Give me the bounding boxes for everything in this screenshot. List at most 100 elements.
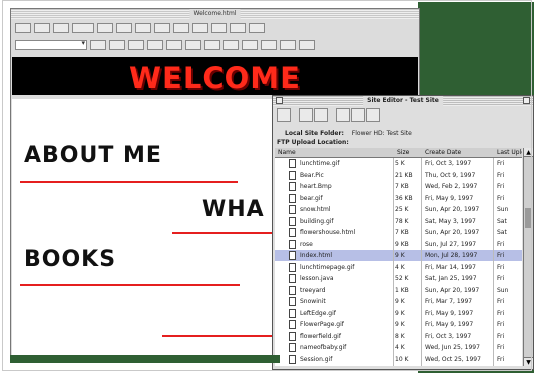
file-last-upload: Fri bbox=[497, 275, 505, 282]
close-box[interactable] bbox=[276, 97, 283, 104]
file-row[interactable]: flowershouse.html 7 KB Sun, Apr 20, 1997 Sa… bbox=[275, 227, 522, 238]
file-row[interactable]: Session.gif 10 K Wed, Oct 25, 1997 Fri bbox=[275, 354, 522, 365]
file-row[interactable]: Bear.Pic 21 KB Thu, Oct 9, 1997 Fri bbox=[275, 170, 522, 181]
divider bbox=[20, 181, 238, 183]
toolbar-button[interactable] bbox=[280, 40, 296, 50]
toolbar-button[interactable] bbox=[97, 23, 113, 33]
file-create-date: Mon, Jul 28, 1997 bbox=[425, 252, 478, 259]
file-last-upload: Fri bbox=[497, 183, 505, 190]
toolbar-button[interactable] bbox=[230, 23, 246, 33]
scroll-down-arrow-icon[interactable]: ▼ bbox=[524, 357, 533, 366]
toolbar-button[interactable] bbox=[192, 23, 208, 33]
edit-icon[interactable] bbox=[366, 108, 380, 122]
toolbar-button[interactable] bbox=[299, 40, 315, 50]
file-row[interactable]: treeyard 1 KB Sun, Apr 20, 1997 Sun bbox=[275, 285, 522, 296]
file-icon bbox=[289, 354, 296, 364]
column-header-last-upload[interactable]: Last Upload bbox=[497, 148, 522, 157]
file-name: lunchtime.gif bbox=[300, 160, 340, 167]
ftp-location-row: FTP Upload Location: bbox=[277, 139, 349, 146]
file-size: 5 K bbox=[395, 160, 405, 167]
file-create-date: Thu, Oct 9, 1997 bbox=[425, 171, 476, 179]
file-row[interactable]: lunchtimepage.gif 4 K Fri, Mar 14, 1997 Fri bbox=[275, 262, 522, 273]
column-header-create-date[interactable]: Create Date bbox=[425, 148, 461, 157]
file-row[interactable]: nameofbaby.gif 4 K Wed, Jun 25, 1997 Fri bbox=[275, 342, 522, 353]
file-icon bbox=[289, 262, 296, 272]
new-file-icon[interactable] bbox=[277, 108, 291, 122]
toolbar-button[interactable] bbox=[154, 23, 170, 33]
file-name: Snowinit bbox=[300, 298, 326, 305]
file-row[interactable]: rose 9 KB Sun, Jul 27, 1997 Fri bbox=[275, 239, 522, 250]
file-row[interactable]: FlowerPage.gif 9 K Fri, May 9, 1997 Fri bbox=[275, 319, 522, 330]
file-create-date: Wed, Feb 2, 1997 bbox=[425, 183, 478, 190]
file-row[interactable]: heart.Bmp 7 KB Wed, Feb 2, 1997 Fri bbox=[275, 181, 522, 192]
file-name: FlowerPage.gif bbox=[300, 321, 344, 328]
file-row[interactable]: Index.html 9 K Mon, Jul 28, 1997 Fri bbox=[275, 250, 522, 261]
file-last-upload: Sat bbox=[497, 229, 507, 236]
toolbar-button[interactable] bbox=[211, 23, 227, 33]
desktop-background-strip bbox=[10, 355, 280, 363]
toolbar-button[interactable] bbox=[223, 40, 239, 50]
file-name: snow.html bbox=[300, 206, 331, 213]
toolbar-button[interactable] bbox=[204, 40, 220, 50]
editor-toolbar-row-1 bbox=[15, 22, 265, 34]
file-last-upload: Fri bbox=[497, 332, 505, 340]
file-row[interactable]: flowerfield.gif 8 K Fri, Oct 3, 1997 Fri bbox=[275, 331, 522, 342]
download-icon[interactable] bbox=[314, 108, 328, 122]
file-row[interactable]: LeftEdge.gif 9 K Fri, May 9, 1997 Fri bbox=[275, 308, 522, 319]
file-row[interactable]: bear.gif 36 KB Fri, May 9, 1997 Fri bbox=[275, 193, 522, 204]
toolbar-button[interactable] bbox=[90, 40, 106, 50]
toolbar-button[interactable] bbox=[147, 40, 163, 50]
toolbar-button[interactable] bbox=[249, 23, 265, 33]
ftp-location-label: FTP Upload Location: bbox=[277, 139, 349, 146]
toolbar-button[interactable] bbox=[72, 23, 94, 33]
toolbar-button[interactable] bbox=[34, 23, 50, 33]
file-name: Bear.Pic bbox=[300, 171, 324, 179]
toolbar-button[interactable] bbox=[261, 40, 277, 50]
toolbar-button[interactable] bbox=[116, 23, 132, 33]
file-row[interactable]: building.gif 78 K Sat, May 3, 1997 Sat bbox=[275, 216, 522, 227]
scroll-up-arrow-icon[interactable]: ▲ bbox=[524, 148, 533, 157]
file-last-upload: Fri bbox=[497, 160, 505, 167]
file-row[interactable]: snow.html 25 K Sun, Apr 20, 1997 Sun bbox=[275, 204, 522, 215]
toolbar-button[interactable] bbox=[53, 23, 69, 33]
file-list[interactable]: lunchtime.gif 5 K Fri, Oct 3, 1997 Fri Bear.… bbox=[275, 158, 522, 366]
toolbar-button[interactable] bbox=[109, 40, 125, 50]
file-row[interactable]: lunchtime.gif 5 K Fri, Oct 3, 1997 Fri bbox=[275, 158, 522, 169]
file-name: flowerfield.gif bbox=[300, 332, 341, 340]
file-create-date: Sun, Apr 20, 1997 bbox=[425, 206, 480, 213]
link-icon[interactable] bbox=[336, 108, 350, 122]
file-size: 4 K bbox=[395, 344, 405, 351]
scroll-thumb[interactable] bbox=[525, 208, 532, 228]
toolbar-button[interactable] bbox=[185, 40, 201, 50]
file-size: 1 KB bbox=[395, 286, 409, 294]
welcome-heading: WELCOME bbox=[129, 61, 301, 95]
file-size: 36 KB bbox=[395, 194, 413, 202]
upload-icon[interactable] bbox=[299, 108, 313, 122]
toolbar-button[interactable] bbox=[173, 23, 189, 33]
file-create-date: Sat, May 3, 1997 bbox=[425, 217, 476, 225]
zoom-box[interactable] bbox=[523, 97, 530, 104]
toolbar-button[interactable] bbox=[128, 40, 144, 50]
divider bbox=[172, 232, 272, 234]
file-list-scrollbar[interactable]: ▲ ▼ bbox=[523, 148, 533, 366]
column-header-name[interactable]: Name bbox=[278, 148, 296, 157]
file-name: treeyard bbox=[300, 286, 326, 294]
file-row[interactable]: Snowinit 9 K Fri, Mar 7, 1997 Fri bbox=[275, 296, 522, 307]
toolbar-button[interactable] bbox=[242, 40, 258, 50]
file-create-date: Sun, Apr 20, 1997 bbox=[425, 229, 480, 236]
file-create-date: Fri, Mar 7, 1997 bbox=[425, 298, 473, 305]
toolbar-button[interactable] bbox=[135, 23, 151, 33]
file-row[interactable]: lesson.java 52 K Sat, Jan 25, 1997 Fri bbox=[275, 273, 522, 284]
site-editor-window: Site Editor - Test Site Local Site Folde… bbox=[272, 95, 534, 370]
file-name: lesson.java bbox=[300, 275, 334, 282]
check-links-icon[interactable] bbox=[351, 108, 365, 122]
file-last-upload: Sun bbox=[497, 206, 509, 213]
column-header-size[interactable]: Size bbox=[397, 148, 409, 157]
format-dropdown[interactable] bbox=[15, 39, 87, 50]
books-heading: BOOKS bbox=[24, 247, 117, 272]
site-editor-titlebar[interactable]: Site Editor - Test Site bbox=[273, 96, 533, 106]
file-last-upload: Fri bbox=[497, 171, 505, 179]
toolbar-button[interactable] bbox=[166, 40, 182, 50]
editor-titlebar[interactable]: Welcome.html bbox=[11, 9, 419, 19]
toolbar-button[interactable] bbox=[15, 23, 31, 33]
